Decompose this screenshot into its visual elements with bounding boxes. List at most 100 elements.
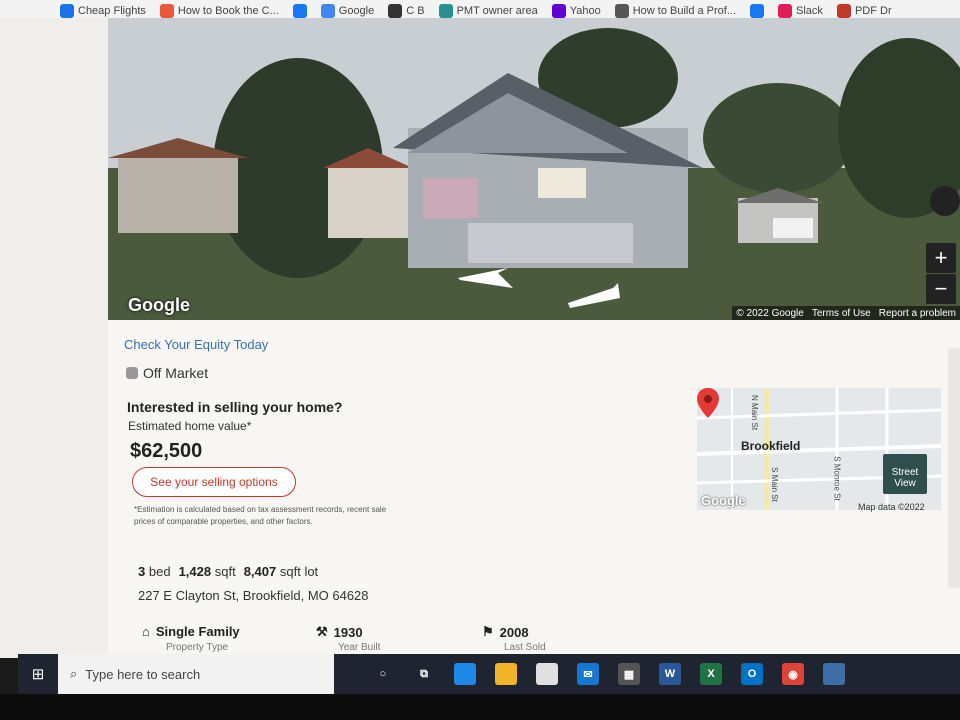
property-address: 227 E Clayton St, Brookfield, MO 64628 [138,588,369,603]
copyright-text: © 2022 Google [736,307,804,319]
sqft-fact: 1,428 sqft [179,564,236,579]
bookmark-icon [60,4,74,18]
bookmark-item[interactable]: PMT owner area [438,4,538,18]
street-view-button[interactable]: Street View [883,454,927,494]
calculator-icon[interactable]: ▦ [618,663,640,685]
cortana-icon[interactable]: ○ [372,663,394,685]
street-view-scene [108,18,960,320]
windows-taskbar: ⊞ ⌕ Type here to search ○ ⧉ ✉ ▦ W X O ◉ [18,654,960,694]
status-dot-icon [126,367,138,379]
last-sold-label: Last Sold [504,642,546,653]
flag-icon: ⚑ [482,624,494,639]
bookmark-item[interactable]: Yahoo [551,4,601,18]
zoom-out-button[interactable]: − [926,274,956,304]
map-data-attribution: Map data ©2022 [858,502,925,512]
yahoo-icon [551,4,566,18]
estimation-note: *Estimation is calculated based on tax a… [134,505,387,526]
last-sold: ⚑ 2008 Last Sold [482,624,546,653]
facebook-icon [750,4,765,18]
chrome-icon[interactable]: ◉ [782,663,804,685]
taskbar-apps: ○ ⧉ ✉ ▦ W X O ◉ [334,663,845,685]
bookmark-label: How to Build a Prof... [632,5,737,17]
bookmark-label: C B [406,5,425,17]
report-problem-link[interactable]: Report a problem [879,308,956,319]
year-built: ⚒ 1930 Year Built [316,624,380,653]
road-label-s-monroe: S Monroe St [832,456,842,501]
selling-heading: Interested in selling your home? [127,399,343,415]
property-type-label: Property Type [166,642,229,653]
excel-icon[interactable]: X [700,663,722,685]
property-type: ⌂ Single Family Property Type [142,624,240,653]
compass-icon[interactable] [930,186,960,216]
lot-value: 8,407 [243,564,277,579]
pdf-icon [836,4,851,18]
road-label-n-main: N Main St [750,394,760,431]
bookmark-item[interactable]: How to Book the C... [159,4,279,18]
beds-value: 3 [138,564,146,579]
sqft-label: sqft [214,564,236,579]
road-label-s-main: S Main St [769,467,779,502]
beds-label: bed [148,564,171,579]
check-equity-link[interactable]: Check Your Equity Today [124,337,268,352]
pmt-icon [438,4,453,18]
task-view-icon[interactable]: ⧉ [413,663,435,685]
bookmark-label: Slack [796,5,823,17]
bookmark-item[interactable]: Slack [778,4,823,18]
map-city-label: Brookfield [741,439,801,453]
status-text: Off Market [143,365,209,381]
bookmark-icon [159,4,174,18]
sqft-value: 1,428 [178,564,212,579]
bookmark-label: PDF Dr [854,5,892,17]
selling-options-button[interactable]: See your selling options [132,467,296,497]
house-icon: ⌂ [142,624,150,639]
bookmark-item[interactable]: Google [320,4,375,18]
lot-label: sqft lot [279,564,319,579]
page-edge [948,348,960,588]
taskbar-search[interactable]: ⌕ Type here to search [58,654,334,694]
bookmark-label: Google [338,5,375,17]
edge-icon[interactable] [454,663,476,685]
cb-icon [388,4,403,18]
bookmark-label: PMT owner area [456,5,538,17]
street-view[interactable]: Google + − © 2022 Google Terms of Use Re… [108,18,960,320]
lot-fact: 8,407 sqft lot [244,564,318,579]
zoom-in-button[interactable]: + [926,243,956,273]
google-icon [320,4,335,18]
mail-icon[interactable]: ✉ [577,663,599,685]
app-icon[interactable] [823,663,845,685]
map-google-logo: Google [701,493,746,508]
slack-icon [778,4,793,18]
bookmark-item[interactable] [292,4,307,18]
bookmark-label: Yahoo [569,5,601,17]
file-explorer-icon[interactable] [495,663,517,685]
last-sold-value: 2008 [499,624,529,640]
bookmark-label: Cheap Flights [78,5,146,17]
bookmark-item[interactable]: PDF Dr [836,4,892,18]
estimated-price: $62,500 [130,440,203,462]
hammer-icon: ⚒ [316,624,328,639]
beds-fact: 3 bed [138,564,171,579]
bookmark-item[interactable]: C B [388,4,425,18]
search-placeholder: Type here to search [85,666,201,682]
bookmark-item[interactable]: Cheap Flights [60,4,146,18]
year-built-label: Year Built [338,642,381,653]
status-badge: Off Market [126,365,208,381]
facebook-icon [292,4,307,18]
home-facts: 3 bed 1,428 sqft 8,407 sqft lot [138,564,318,579]
left-gutter [0,18,108,658]
monitor-bezel [0,694,960,720]
mini-map[interactable]: N Main St S Main St S Monroe St Brookfie… [697,388,941,510]
search-icon: ⌕ [70,666,78,681]
word-icon[interactable]: W [659,663,681,685]
street-view-google-logo: Google [128,295,190,315]
windows-start-icon[interactable]: ⊞ [18,654,58,694]
page: Google + − © 2022 Google Terms of Use Re… [0,18,960,658]
outlook-icon[interactable]: O [741,663,763,685]
bookmark-item[interactable]: How to Build a Prof... [614,4,737,18]
globe-icon [614,4,629,18]
bookmark-item[interactable] [750,4,765,18]
property-type-value: Single Family [155,624,240,639]
bookmark-label: How to Book the C... [177,5,279,17]
terms-link[interactable]: Terms of Use [812,308,871,319]
store-icon[interactable] [536,663,558,685]
